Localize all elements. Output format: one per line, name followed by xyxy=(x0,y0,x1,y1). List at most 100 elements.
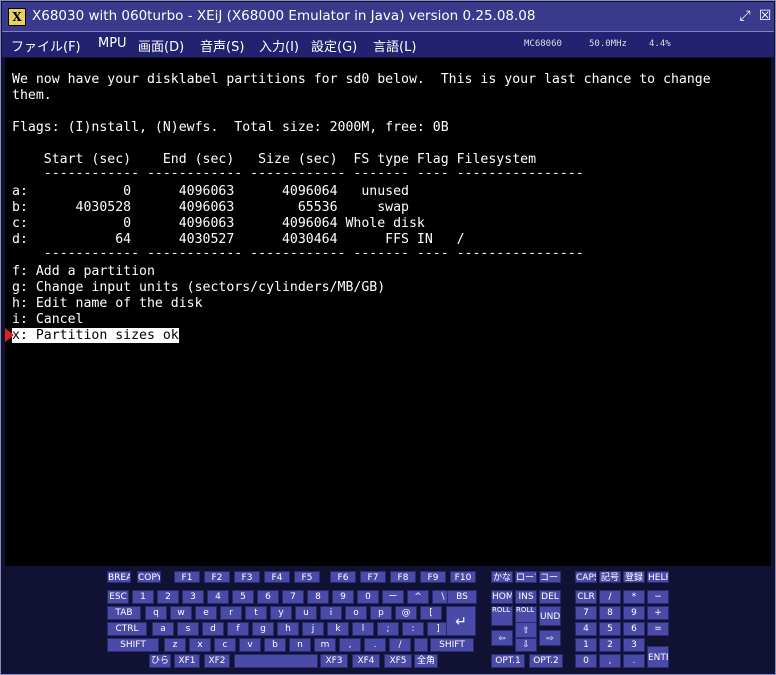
key-caret[interactable]: ^ xyxy=(407,590,429,604)
key-roll-up[interactable]: ROLL UP xyxy=(491,606,513,626)
key-opt2[interactable]: OPT.2 xyxy=(529,654,563,668)
partition-row-a[interactable]: a: 0 4096063 4096064 unused xyxy=(12,184,409,200)
key-4[interactable]: 4 xyxy=(207,590,229,604)
key-tab[interactable]: TAB xyxy=(107,606,141,620)
key-undo[interactable]: UNDO xyxy=(539,606,561,626)
key-ctrl[interactable]: CTRL xyxy=(107,622,147,636)
key-xf2[interactable]: XF2 xyxy=(204,654,230,668)
key-space[interactable] xyxy=(234,654,318,668)
key-opt1[interactable]: OPT.1 xyxy=(491,654,525,668)
option-edit-name[interactable]: h: Edit name of the disk xyxy=(12,296,203,312)
key-p[interactable]: p xyxy=(370,606,392,620)
key-i[interactable]: i xyxy=(320,606,342,620)
key-kana[interactable]: かな xyxy=(491,571,513,583)
emulator-screen[interactable]: We now have your disklabel partitions fo… xyxy=(5,58,771,566)
key-np-7[interactable]: 7 xyxy=(575,606,597,620)
key-minus[interactable]: ー xyxy=(382,590,404,604)
menu-mpu[interactable]: MPU xyxy=(98,36,127,51)
key-d[interactable]: d xyxy=(202,622,224,636)
key-f6[interactable]: F6 xyxy=(330,571,356,583)
key-esc[interactable]: ESC xyxy=(107,590,129,604)
key-n[interactable]: n xyxy=(289,638,311,652)
option-change-units[interactable]: g: Change input units (sectors/cylinders… xyxy=(12,280,385,296)
key-xf5[interactable]: XF5 xyxy=(384,654,412,668)
key-c[interactable]: c xyxy=(214,638,236,652)
xeij-app-icon[interactable]: X xyxy=(8,8,26,26)
key-xf4[interactable]: XF4 xyxy=(352,654,380,668)
key-a[interactable]: a xyxy=(152,622,174,636)
key-m[interactable]: m xyxy=(314,638,336,652)
key-np-plus[interactable]: + xyxy=(647,606,669,620)
key-np-0[interactable]: 0 xyxy=(575,654,597,668)
key-ins[interactable]: INS xyxy=(515,590,537,604)
option-sizes-ok[interactable]: x: Partition sizes ok xyxy=(12,328,179,344)
key-semicolon[interactable]: ; xyxy=(377,622,399,636)
key-np-2[interactable]: 2 xyxy=(599,638,621,652)
key-enter[interactable]: ENTER xyxy=(647,646,669,668)
key-underscore[interactable] xyxy=(414,638,428,652)
key-np-8[interactable]: 8 xyxy=(599,606,621,620)
key-7[interactable]: 7 xyxy=(282,590,304,604)
menu-input[interactable]: 入力(I) xyxy=(259,36,299,55)
key-np-3[interactable]: 3 xyxy=(623,638,645,652)
key-np-5[interactable]: 5 xyxy=(599,622,621,636)
menu-file[interactable]: ファイル(F) xyxy=(11,36,81,55)
menu-display[interactable]: 画面(D) xyxy=(138,36,184,55)
close-icon[interactable]: ☒ xyxy=(756,7,774,25)
key-code[interactable]: コード xyxy=(539,571,561,583)
key-3[interactable]: 3 xyxy=(182,590,204,604)
key-period[interactable]: . xyxy=(364,638,386,652)
key-s[interactable]: s xyxy=(177,622,199,636)
key-copy[interactable]: COPY xyxy=(137,571,161,583)
key-0[interactable]: 0 xyxy=(357,590,379,604)
key-v[interactable]: v xyxy=(239,638,261,652)
key-colon[interactable]: : xyxy=(402,622,424,636)
key-clr[interactable]: CLR xyxy=(575,590,597,604)
arrow-left-icon[interactable]: ⇦ xyxy=(491,630,513,646)
key-at[interactable]: @ xyxy=(395,606,417,620)
key-z[interactable]: z xyxy=(164,638,186,652)
key-f2[interactable]: F2 xyxy=(204,571,230,583)
key-t[interactable]: t xyxy=(245,606,267,620)
key-f9[interactable]: F9 xyxy=(420,571,446,583)
arrow-right-icon[interactable]: ⇨ xyxy=(539,630,561,646)
menu-settings[interactable]: 設定(G) xyxy=(311,36,357,55)
key-home[interactable]: HOME xyxy=(491,590,513,604)
key-shift-left[interactable]: SHIFT xyxy=(107,638,159,652)
key-romaji[interactable]: ローマ xyxy=(515,571,537,583)
key-f[interactable]: f xyxy=(227,622,249,636)
key-touroku[interactable]: 登録 xyxy=(623,571,645,583)
option-cancel[interactable]: i: Cancel xyxy=(12,312,83,328)
key-np-9[interactable]: 9 xyxy=(623,606,645,620)
key-np-asterisk[interactable]: * xyxy=(623,590,645,604)
key-xf1[interactable]: XF1 xyxy=(174,654,200,668)
key-f5[interactable]: F5 xyxy=(294,571,320,583)
key-hira[interactable]: ひら xyxy=(149,654,171,668)
key-j[interactable]: j xyxy=(302,622,324,636)
key-x[interactable]: x xyxy=(189,638,211,652)
key-f3[interactable]: F3 xyxy=(234,571,260,583)
key-shift-right[interactable]: SHIFT xyxy=(430,638,474,652)
key-np-1[interactable]: 1 xyxy=(575,638,597,652)
key-f10[interactable]: F10 xyxy=(450,571,476,583)
key-l[interactable]: l xyxy=(352,622,374,636)
key-2[interactable]: 2 xyxy=(157,590,179,604)
key-o[interactable]: o xyxy=(345,606,367,620)
key-f8[interactable]: F8 xyxy=(390,571,416,583)
key-f4[interactable]: F4 xyxy=(264,571,290,583)
key-y[interactable]: y xyxy=(270,606,292,620)
key-slash[interactable]: / xyxy=(389,638,411,652)
key-k[interactable]: k xyxy=(327,622,349,636)
key-9[interactable]: 9 xyxy=(332,590,354,604)
key-1[interactable]: 1 xyxy=(132,590,154,604)
restore-icon[interactable]: ⤢ xyxy=(736,7,754,25)
key-g[interactable]: g xyxy=(252,622,274,636)
arrow-up-icon[interactable]: ⇧ xyxy=(515,622,537,638)
key-np-minus[interactable]: − xyxy=(647,590,669,604)
title-bar[interactable]: X X68030 with 060turbo - XEiJ (X68000 Em… xyxy=(2,2,774,32)
key-del[interactable]: DEL xyxy=(539,590,561,604)
key-u[interactable]: u xyxy=(295,606,317,620)
key-np-equal[interactable]: = xyxy=(647,622,669,636)
partition-row-b[interactable]: b: 4030528 4096063 65536 swap xyxy=(12,200,409,216)
key-np-4[interactable]: 4 xyxy=(575,622,597,636)
